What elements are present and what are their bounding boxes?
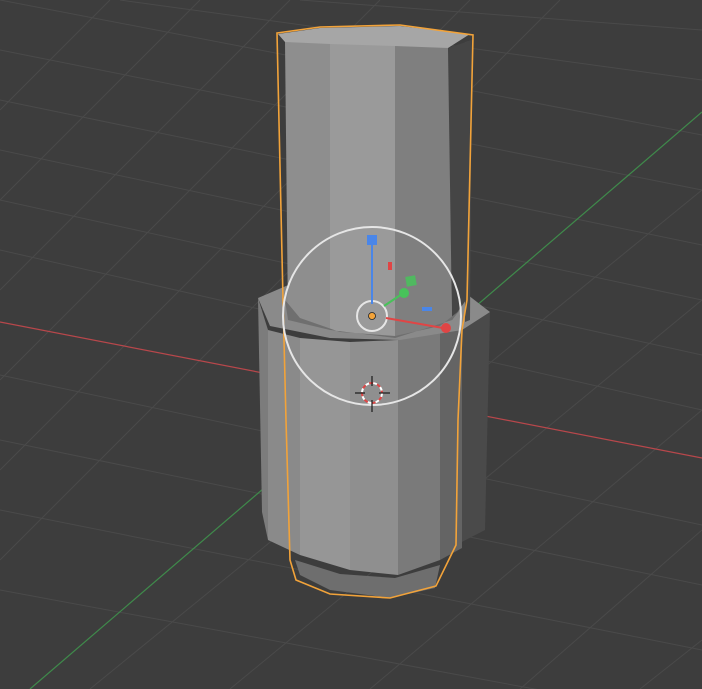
viewport-scene[interactable] <box>0 0 702 689</box>
object-origin-icon <box>368 312 376 320</box>
gizmo-y-handle-icon[interactable] <box>399 288 409 298</box>
3d-viewport[interactable] <box>0 0 702 689</box>
gizmo-yz-plane-icon[interactable] <box>422 307 432 311</box>
gizmo-z-handle-icon[interactable] <box>367 235 377 245</box>
gizmo-xz-plane-icon[interactable] <box>388 262 392 270</box>
cylinder-upper-selected[interactable] <box>278 26 472 338</box>
gizmo-xy-plane-icon[interactable] <box>405 275 417 287</box>
gizmo-x-handle-icon[interactable] <box>441 323 451 333</box>
